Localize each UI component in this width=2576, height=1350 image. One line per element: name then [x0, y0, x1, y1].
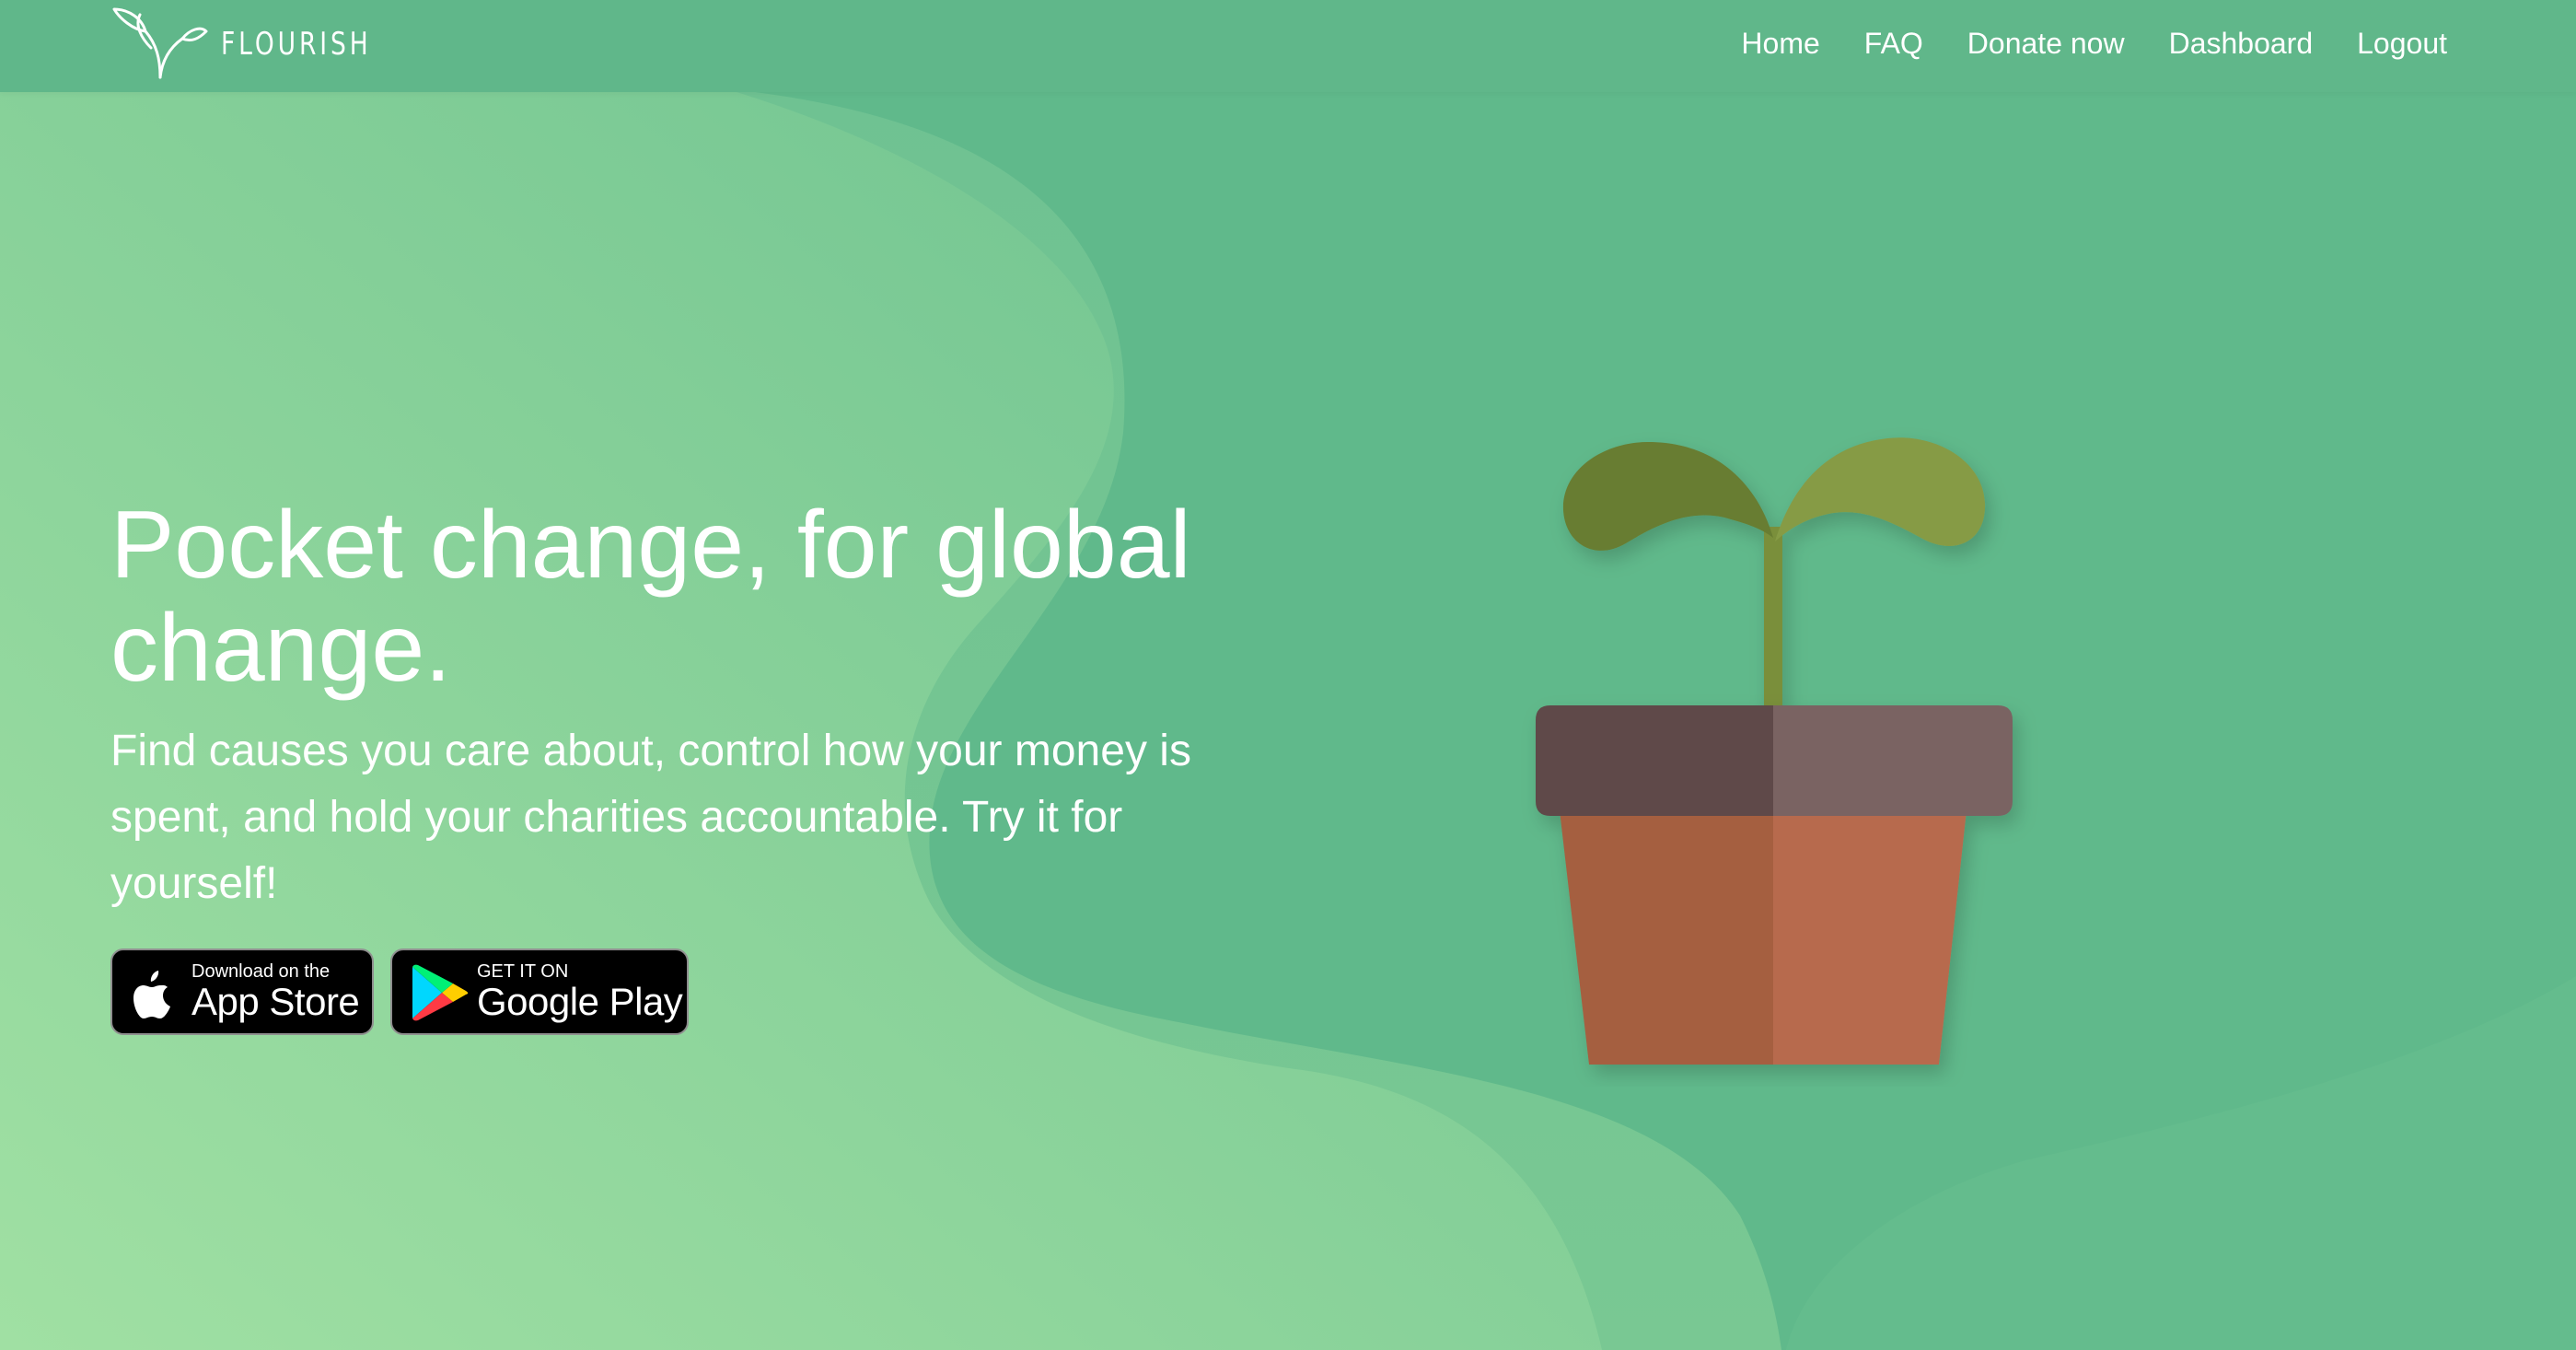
- app-store-badge-text: Download on the App Store: [191, 961, 360, 1023]
- app-store-small-text: Download on the: [191, 961, 331, 982]
- potted-plant-illustration: [1536, 437, 2013, 1065]
- leaf-logo-icon: [112, 7, 208, 79]
- left-leaf: [1562, 442, 1773, 551]
- plant-stem: [1764, 527, 1782, 711]
- pot: [1536, 705, 2013, 1065]
- google-play-small-text: GET IT ON: [477, 961, 569, 982]
- google-play-badge-text: GET IT ON Google Play: [477, 961, 683, 1023]
- app-store-big-text: App Store: [191, 980, 360, 1023]
- app-store-badge[interactable]: Download on the App Store: [110, 948, 374, 1035]
- pot-rim-right: [1773, 705, 2013, 816]
- google-play-big-text: Google Play: [477, 980, 683, 1023]
- hero-subtitle: Find causes you care about, control how …: [110, 727, 1191, 908]
- right-leaf: [1775, 437, 1986, 546]
- brand-name: FLOURISH: [221, 26, 372, 63]
- nav-logout-link[interactable]: Logout: [2357, 27, 2447, 61]
- landing-page: FLOURISH Home FAQ Donate now Dashboard L…: [0, 0, 2576, 1350]
- apple-icon: [133, 971, 170, 1018]
- pot-body-left: [1560, 810, 1773, 1065]
- hero-title: Pocket change, for global change.: [110, 492, 1191, 702]
- top-navbar: FLOURISH Home FAQ Donate now Dashboard L…: [0, 0, 2576, 92]
- brand-logo[interactable]: FLOURISH: [109, 7, 414, 81]
- seedling: [1562, 437, 1986, 711]
- nav-home-link[interactable]: Home: [1741, 27, 1819, 61]
- nav-donate-link[interactable]: Donate now: [1967, 27, 2125, 61]
- nav-faq-link[interactable]: FAQ: [1864, 27, 1923, 61]
- nav-menu: Home FAQ Donate now Dashboard Logout: [1697, 0, 2447, 87]
- pot-body-right: [1773, 810, 1967, 1065]
- google-play-icon: [412, 964, 469, 1021]
- nav-dashboard-link[interactable]: Dashboard: [2169, 27, 2314, 61]
- google-play-badge[interactable]: GET IT ON Google Play: [390, 948, 689, 1035]
- pot-rim-left: [1536, 705, 1773, 816]
